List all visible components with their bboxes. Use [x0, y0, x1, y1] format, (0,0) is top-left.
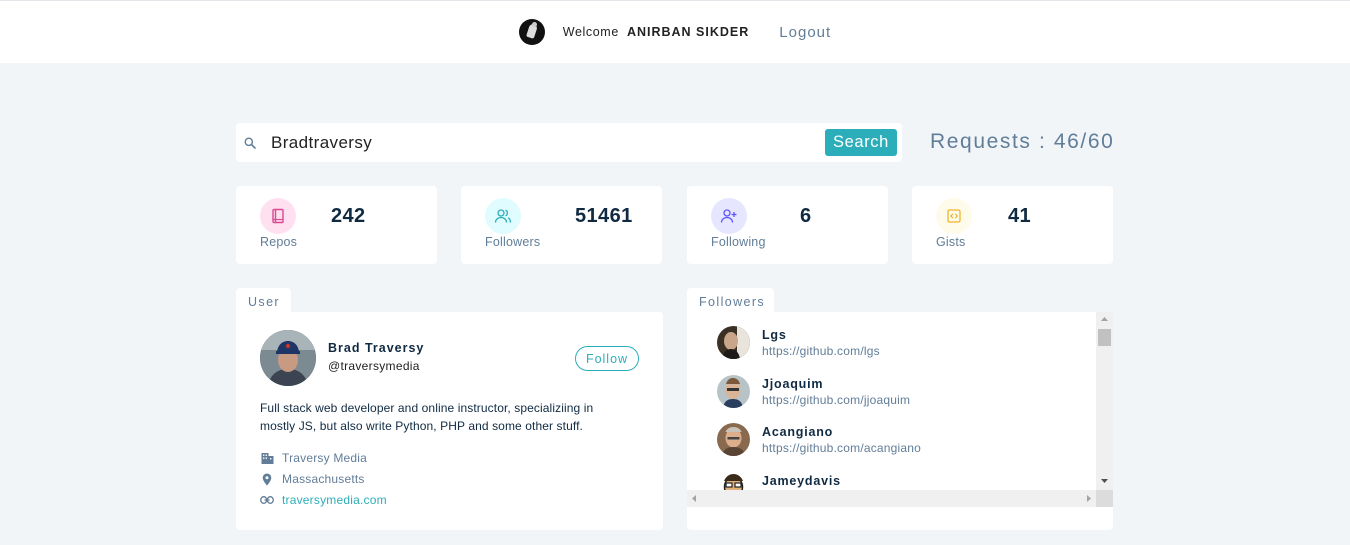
- user-company: Traversy Media: [260, 451, 367, 465]
- stat-card-gists: 41 Gists: [912, 186, 1113, 264]
- follow-button[interactable]: Follow: [575, 346, 639, 371]
- user-plus-icon: [711, 198, 747, 234]
- stat-label: Repos: [260, 235, 298, 249]
- follower-name: Jameydavis: [762, 474, 841, 488]
- stat-value: 242: [331, 205, 366, 227]
- follower-avatar: [717, 423, 750, 456]
- search-form: Search: [236, 123, 902, 162]
- stat-label: Gists: [936, 235, 966, 249]
- code-icon: [936, 198, 972, 234]
- follower-avatar: [717, 326, 750, 359]
- search-button[interactable]: Search: [825, 129, 897, 156]
- scroll-down-arrow-icon: [1101, 479, 1108, 483]
- scroll-thumb: [1098, 329, 1111, 346]
- stat-label: Following: [711, 235, 766, 249]
- user-location-text: Massachusetts: [282, 472, 365, 486]
- followers-list[interactable]: Lgs https://github.com/lgs Jjoaquim http…: [687, 312, 1096, 490]
- user-handle: @traversymedia: [328, 359, 420, 373]
- user-location: Massachusetts: [260, 472, 365, 486]
- nav-avatar: [518, 19, 545, 45]
- user-name: Brad Traversy: [328, 341, 425, 355]
- requests-counter: Requests : 46/60: [930, 130, 1115, 153]
- search-input[interactable]: [271, 131, 811, 155]
- follower-avatar: [717, 375, 750, 408]
- follower-avatar: [717, 472, 750, 490]
- welcome-message: Welcome ANIRBAN SIKDER: [563, 25, 750, 39]
- follower-name: Acangiano: [762, 425, 834, 439]
- stat-card-following: 6 Following: [687, 186, 888, 264]
- stat-label: Followers: [485, 235, 541, 249]
- book-icon: [260, 198, 296, 234]
- building-icon: [260, 452, 274, 464]
- stat-card-followers: 51461 Followers: [461, 186, 662, 264]
- user-card: Brad Traversy @traversymedia Follow Full…: [236, 312, 663, 530]
- followers-vertical-scrollbar[interactable]: [1096, 312, 1113, 490]
- scroll-left-arrow-icon: [692, 495, 696, 502]
- stat-value: 6: [800, 205, 812, 227]
- logout-button[interactable]: Logout: [779, 24, 831, 41]
- follower-url[interactable]: https://github.com/jjoaquim: [762, 393, 910, 407]
- followers-card: Lgs https://github.com/lgs Jjoaquim http…: [687, 312, 1113, 530]
- follower-url[interactable]: https://github.com/lgs: [762, 344, 880, 358]
- user-avatar: [260, 330, 316, 386]
- welcome-text: Welcome: [562, 25, 619, 39]
- follower-name: Lgs: [762, 328, 787, 342]
- welcome-user-name: ANIRBAN SIKDER: [626, 25, 750, 39]
- follower-name: Jjoaquim: [762, 377, 824, 391]
- scroll-right-arrow-icon: [1087, 495, 1091, 502]
- search-icon: [244, 136, 256, 154]
- stat-value: 41: [1008, 205, 1032, 227]
- users-icon: [485, 198, 521, 234]
- location-pin-icon: [260, 473, 274, 486]
- stat-value: 51461: [575, 205, 633, 227]
- scroll-up-arrow-icon: [1101, 317, 1108, 321]
- user-blog-link[interactable]: traversymedia.com: [260, 493, 387, 507]
- user-card-tab: User: [236, 288, 291, 312]
- stat-card-repos: 242 Repos: [236, 186, 437, 264]
- follower-url[interactable]: https://github.com/acangiano: [762, 441, 921, 455]
- followers-card-tab: Followers: [687, 288, 774, 312]
- navbar: Welcome ANIRBAN SIKDER Logout: [0, 0, 1350, 63]
- followers-horizontal-scrollbar[interactable]: [687, 490, 1096, 507]
- user-bio: Full stack web developer and online inst…: [260, 401, 594, 433]
- user-blog-text[interactable]: traversymedia.com: [282, 493, 387, 507]
- user-company-text: Traversy Media: [282, 451, 368, 465]
- scrollbar-corner: [1096, 490, 1113, 507]
- link-icon: [260, 496, 274, 504]
